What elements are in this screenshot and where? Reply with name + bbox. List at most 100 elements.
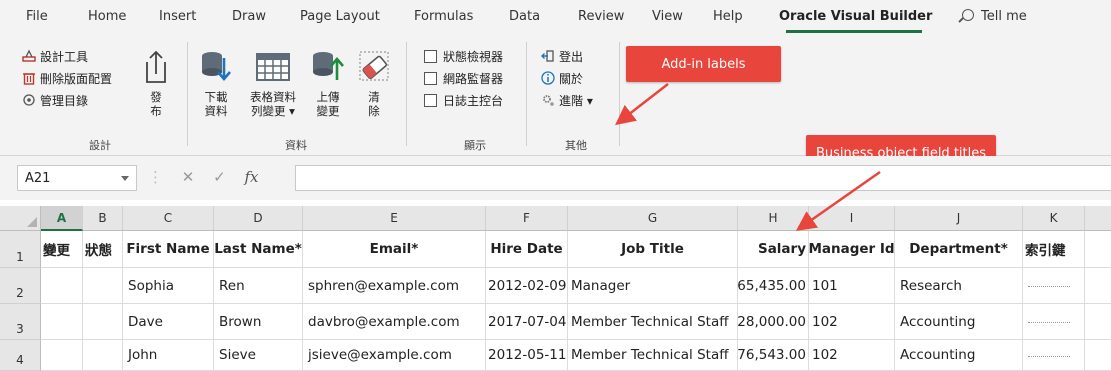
column-header-k[interactable]: K xyxy=(1023,206,1085,231)
advanced-button[interactable]: 進階 ▾ xyxy=(541,90,593,110)
sign-out-button[interactable]: 登出 xyxy=(541,46,583,66)
column-header-h[interactable]: H xyxy=(738,206,809,231)
enter-icon[interactable]: ✓ xyxy=(213,168,226,186)
header-cell-change[interactable]: 變更 xyxy=(41,231,83,268)
checkbox-box[interactable] xyxy=(424,93,437,107)
checkbox-box[interactable] xyxy=(424,49,437,63)
cell-department[interactable]: Accounting xyxy=(895,304,1023,340)
tab-insert[interactable]: Insert xyxy=(159,9,196,24)
header-cell-salary[interactable]: Salary xyxy=(738,231,809,268)
table-changes-button[interactable]: 表格資料 列變更 ▾ xyxy=(244,48,302,118)
cell-last-name[interactable]: Sieve xyxy=(214,340,303,371)
cell-key[interactable] xyxy=(1023,304,1085,340)
column-header-e[interactable]: E xyxy=(303,206,486,231)
row-header-3[interactable]: 3 xyxy=(0,304,41,340)
cell-email[interactable]: jsieve@example.com xyxy=(303,340,486,371)
name-box[interactable]: A21 xyxy=(17,165,137,191)
clear-button[interactable]: 清 除 xyxy=(354,48,394,118)
select-all-corner[interactable] xyxy=(0,206,41,231)
tab-draw[interactable]: Draw xyxy=(232,9,266,24)
column-header-d[interactable]: D xyxy=(214,206,303,231)
network-monitor-checkbox[interactable]: 網路監督器 xyxy=(424,68,503,88)
cell-first-name[interactable]: Sophia xyxy=(123,268,214,304)
tab-home[interactable]: Home xyxy=(88,9,126,24)
tab-review[interactable]: Review xyxy=(578,9,624,24)
data-cell[interactable] xyxy=(41,340,83,371)
header-cell-department[interactable]: Department* xyxy=(895,231,1023,268)
row-header-2[interactable]: 2 xyxy=(0,268,41,304)
cell-salary[interactable]: 28,000.00 xyxy=(738,304,809,340)
row-header-4[interactable]: 4 xyxy=(0,340,41,371)
header-cell-last-name[interactable]: Last Name* xyxy=(214,231,303,268)
empty-cell[interactable] xyxy=(1085,304,1111,340)
header-cell-first-name[interactable]: First Name xyxy=(123,231,214,268)
header-cell-email[interactable]: Email* xyxy=(303,231,486,268)
cell-last-name[interactable]: Brown xyxy=(214,304,303,340)
cell-hire-date[interactable]: 2012-02-09 xyxy=(486,268,568,304)
header-cell-hire-date[interactable]: Hire Date xyxy=(486,231,568,268)
tab-oracle-visual-builder[interactable]: Oracle Visual Builder xyxy=(779,9,932,24)
column-header-g[interactable]: G xyxy=(568,206,738,231)
publish-button[interactable]: 發 布 xyxy=(139,48,173,118)
cell-job-title[interactable]: Manager xyxy=(568,268,738,304)
empty-cell[interactable] xyxy=(1085,268,1111,304)
manage-catalog-button[interactable]: 管理目錄 xyxy=(22,90,88,110)
row-header-1[interactable]: 1 xyxy=(0,231,41,268)
tab-data[interactable]: Data xyxy=(509,9,540,24)
header-cell-manager-id[interactable]: Manager Id xyxy=(809,231,895,268)
column-header-j[interactable]: J xyxy=(895,206,1023,231)
column-header-b[interactable]: B xyxy=(83,206,123,231)
cell-email[interactable]: sphren@example.com xyxy=(303,268,486,304)
formula-input[interactable] xyxy=(295,165,1111,191)
download-button[interactable]: 下載 資料 xyxy=(196,48,236,118)
data-cell[interactable] xyxy=(41,304,83,340)
cell-hire-date[interactable]: 2012-05-11 xyxy=(486,340,568,371)
column-header-f[interactable]: F xyxy=(486,206,568,231)
column-header-a[interactable]: A xyxy=(41,206,83,231)
cell-manager-id[interactable]: 102 xyxy=(809,340,895,371)
header-cell-job-title[interactable]: Job Title xyxy=(568,231,738,268)
cell-department[interactable]: Accounting xyxy=(895,340,1023,371)
tell-me-box[interactable]: Tell me xyxy=(981,9,1027,24)
cell-first-name[interactable]: Dave xyxy=(123,304,214,340)
cancel-icon[interactable]: ✕ xyxy=(182,168,195,186)
delete-layout-button[interactable]: 刪除版面配置 xyxy=(22,68,112,88)
data-cell[interactable] xyxy=(41,268,83,304)
cell-key[interactable] xyxy=(1023,268,1085,304)
tab-page-layout[interactable]: Page Layout xyxy=(300,9,380,24)
tab-help[interactable]: Help xyxy=(713,9,743,24)
function-icon[interactable]: fx xyxy=(245,168,259,186)
cell-job-title[interactable]: Member Technical Staff xyxy=(568,304,738,340)
cell-email[interactable]: davbro@example.com xyxy=(303,304,486,340)
designer-button[interactable]: 設計工具 xyxy=(22,46,88,66)
empty-cell[interactable] xyxy=(1085,231,1111,268)
about-button[interactable]: 關於 xyxy=(541,68,583,88)
tab-view[interactable]: View xyxy=(652,9,683,24)
cell-key[interactable] xyxy=(1023,340,1085,371)
chevron-down-icon[interactable] xyxy=(121,176,129,181)
upload-button[interactable]: 上傳 變更 xyxy=(308,48,348,118)
cell-manager-id[interactable]: 102 xyxy=(809,304,895,340)
cell-salary[interactable]: 76,543.00 xyxy=(738,340,809,371)
cell-job-title[interactable]: Member Technical Staff xyxy=(568,340,738,371)
header-cell-status[interactable]: 狀態 xyxy=(83,231,123,268)
log-console-checkbox[interactable]: 日誌主控台 xyxy=(424,90,503,110)
cell-salary[interactable]: 65,435.00 xyxy=(738,268,809,304)
data-cell[interactable] xyxy=(83,340,123,371)
upload-label: 上傳 變更 xyxy=(316,90,340,118)
cell-last-name[interactable]: Ren xyxy=(214,268,303,304)
tab-file[interactable]: File xyxy=(26,9,48,24)
column-header-i[interactable]: I xyxy=(809,206,895,231)
status-viewer-checkbox[interactable]: 狀態檢視器 xyxy=(424,46,503,66)
cell-hire-date[interactable]: 2017-07-04 xyxy=(486,304,568,340)
column-header-c[interactable]: C xyxy=(123,206,214,231)
cell-manager-id[interactable]: 101 xyxy=(809,268,895,304)
cell-first-name[interactable]: John xyxy=(123,340,214,371)
data-cell[interactable] xyxy=(83,304,123,340)
header-cell-key[interactable]: 索引鍵 xyxy=(1023,231,1085,268)
data-cell[interactable] xyxy=(83,268,123,304)
cell-department[interactable]: Research xyxy=(895,268,1023,304)
empty-cell[interactable] xyxy=(1085,340,1111,371)
checkbox-box[interactable] xyxy=(424,71,437,85)
tab-formulas[interactable]: Formulas xyxy=(414,9,473,24)
